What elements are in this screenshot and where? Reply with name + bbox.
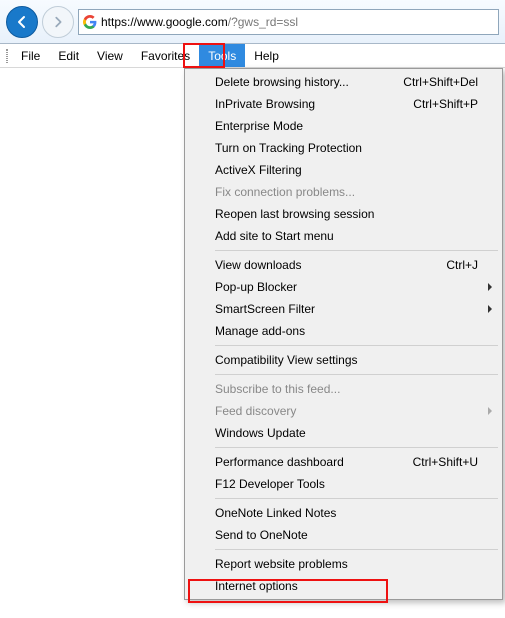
menu-item-send-to-onenote[interactable]: Send to OneNote (187, 524, 500, 546)
menu-item-label: Reopen last browsing session (215, 207, 478, 221)
menu-item-add-site-to-start-menu[interactable]: Add site to Start menu (187, 225, 500, 247)
back-button[interactable] (6, 6, 38, 38)
menu-separator (215, 345, 498, 346)
menu-bar: FileEditViewFavoritesToolsHelp (0, 44, 505, 68)
menu-item-label: Enterprise Mode (215, 119, 478, 133)
submenu-arrow-icon (488, 283, 492, 291)
menu-item-label: Send to OneNote (215, 528, 478, 542)
menu-edit[interactable]: Edit (49, 44, 88, 67)
menu-item-shortcut: Ctrl+J (446, 258, 478, 272)
menu-item-manage-add-ons[interactable]: Manage add-ons (187, 320, 500, 342)
menu-item-enterprise-mode[interactable]: Enterprise Mode (187, 115, 500, 137)
menu-item-onenote-linked-notes[interactable]: OneNote Linked Notes (187, 502, 500, 524)
menu-item-label: Turn on Tracking Protection (215, 141, 478, 155)
menu-item-reopen-last-browsing-session[interactable]: Reopen last browsing session (187, 203, 500, 225)
menu-item-f12-developer-tools[interactable]: F12 Developer Tools (187, 473, 500, 495)
menu-item-subscribe-to-this-feed: Subscribe to this feed... (187, 378, 500, 400)
menu-item-shortcut: Ctrl+Shift+Del (403, 75, 478, 89)
menu-separator (215, 549, 498, 550)
url-host: https://www.google.com (101, 15, 228, 29)
menu-tools[interactable]: Tools (199, 44, 245, 67)
menu-item-label: Internet options (215, 579, 478, 593)
nav-bar: https://www.google.com/?gws_rd=ssl (0, 0, 505, 44)
menu-separator (215, 250, 498, 251)
menu-item-label: InPrivate Browsing (215, 97, 413, 111)
toolbar-grip-icon[interactable] (6, 44, 10, 67)
menu-item-feed-discovery: Feed discovery (187, 400, 500, 422)
menu-item-shortcut: Ctrl+Shift+U (413, 455, 478, 469)
menu-item-shortcut: Ctrl+Shift+P (413, 97, 478, 111)
menu-item-label: Feed discovery (215, 404, 478, 418)
back-arrow-icon (14, 14, 30, 30)
menu-view[interactable]: View (88, 44, 132, 67)
menu-separator (215, 447, 498, 448)
site-favicon-google-icon (83, 15, 97, 29)
menu-item-activex-filtering[interactable]: ActiveX Filtering (187, 159, 500, 181)
menu-item-label: Windows Update (215, 426, 478, 440)
address-bar[interactable]: https://www.google.com/?gws_rd=ssl (78, 9, 499, 35)
menu-item-label: OneNote Linked Notes (215, 506, 478, 520)
menu-item-label: SmartScreen Filter (215, 302, 478, 316)
menu-item-label: Add site to Start menu (215, 229, 478, 243)
url-path: /?gws_rd=ssl (228, 15, 298, 29)
forward-button[interactable] (42, 6, 74, 38)
menu-item-smartscreen-filter[interactable]: SmartScreen Filter (187, 298, 500, 320)
menu-help[interactable]: Help (245, 44, 288, 67)
menu-item-label: F12 Developer Tools (215, 477, 478, 491)
menu-item-windows-update[interactable]: Windows Update (187, 422, 500, 444)
menu-item-label: Compatibility View settings (215, 353, 478, 367)
menu-item-report-website-problems[interactable]: Report website problems (187, 553, 500, 575)
tools-menu-dropdown: Delete browsing history...Ctrl+Shift+Del… (184, 68, 503, 600)
menu-item-label: Report website problems (215, 557, 478, 571)
menu-item-label: ActiveX Filtering (215, 163, 478, 177)
menu-file[interactable]: File (12, 44, 49, 67)
menu-separator (215, 498, 498, 499)
menu-item-inprivate-browsing[interactable]: InPrivate BrowsingCtrl+Shift+P (187, 93, 500, 115)
menu-item-turn-on-tracking-protection[interactable]: Turn on Tracking Protection (187, 137, 500, 159)
menu-item-compatibility-view-settings[interactable]: Compatibility View settings (187, 349, 500, 371)
menu-item-delete-browsing-history[interactable]: Delete browsing history...Ctrl+Shift+Del (187, 71, 500, 93)
menu-separator (215, 374, 498, 375)
menu-item-internet-options[interactable]: Internet options (187, 575, 500, 597)
menu-item-label: Performance dashboard (215, 455, 413, 469)
forward-arrow-icon (51, 15, 65, 29)
url-text: https://www.google.com/?gws_rd=ssl (101, 15, 494, 29)
menu-item-performance-dashboard[interactable]: Performance dashboardCtrl+Shift+U (187, 451, 500, 473)
menu-item-label: Delete browsing history... (215, 75, 403, 89)
submenu-arrow-icon (488, 305, 492, 313)
menu-item-label: Fix connection problems... (215, 185, 478, 199)
menu-item-label: View downloads (215, 258, 446, 272)
menu-item-view-downloads[interactable]: View downloadsCtrl+J (187, 254, 500, 276)
menu-item-label: Subscribe to this feed... (215, 382, 478, 396)
menu-item-label: Manage add-ons (215, 324, 478, 338)
submenu-arrow-icon (488, 407, 492, 415)
menu-item-label: Pop-up Blocker (215, 280, 478, 294)
menu-item-pop-up-blocker[interactable]: Pop-up Blocker (187, 276, 500, 298)
menu-item-fix-connection-problems: Fix connection problems... (187, 181, 500, 203)
menu-favorites[interactable]: Favorites (132, 44, 199, 67)
